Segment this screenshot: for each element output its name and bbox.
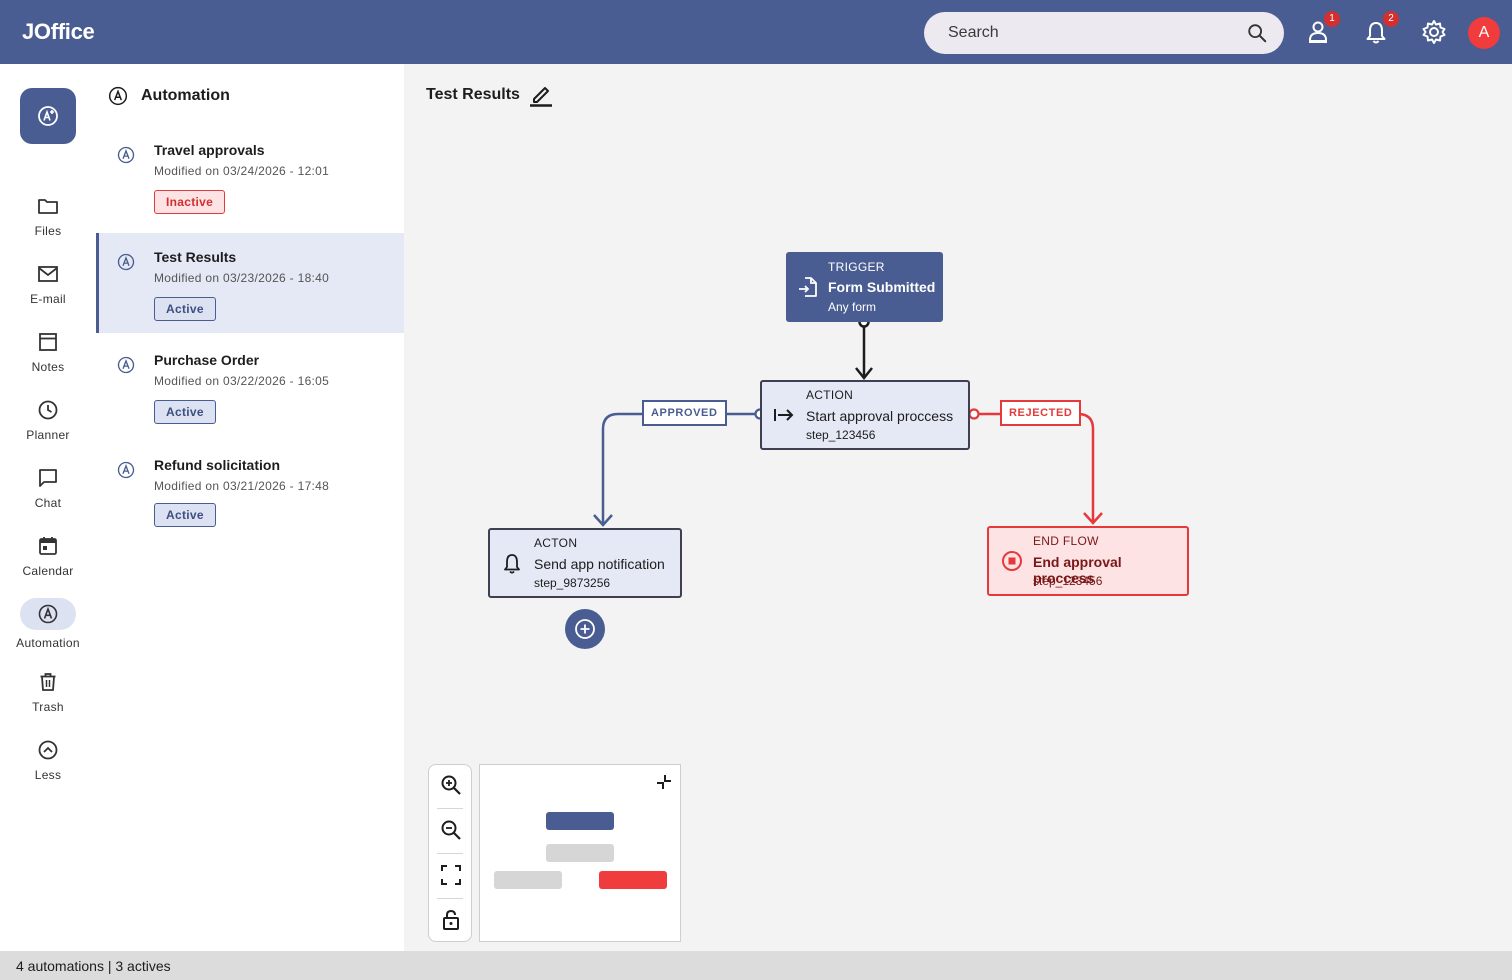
minimap[interactable] <box>479 764 681 942</box>
node-title: Form Submitted <box>828 279 936 295</box>
minimap-notification-node <box>494 871 562 889</box>
status-bar: 4 automations | 3 actives <box>0 951 1512 980</box>
trigger-node[interactable]: TRIGGER Form Submitted Any form <box>786 252 943 322</box>
end-flow-node[interactable]: END FLOW End approval proccess step_1234… <box>987 526 1189 596</box>
node-kind: ACTION <box>806 388 854 402</box>
node-kind: TRIGGER <box>828 260 885 274</box>
plus-circle-icon <box>575 619 595 639</box>
node-title: Start approval proccess <box>806 408 954 424</box>
node-title: Send app notification <box>534 556 665 572</box>
notification-node[interactable]: ACTON Send app notification step_9873256 <box>488 528 682 598</box>
node-kind: ACTON <box>534 536 578 550</box>
zoom-controls <box>428 764 472 942</box>
bell-icon <box>504 554 520 574</box>
rejected-port <box>968 408 980 420</box>
minimap-action-node <box>546 844 614 862</box>
start-process-icon <box>774 409 794 421</box>
node-subtitle: step_123456 <box>1033 574 1103 588</box>
approved-label[interactable]: APPROVED <box>642 400 727 426</box>
rejected-label[interactable]: REJECTED <box>1000 400 1082 426</box>
collapse-icon[interactable] <box>655 773 673 791</box>
status-text: 4 automations | 3 actives <box>16 958 171 974</box>
lock-icon[interactable] <box>439 908 463 932</box>
zoom-out-icon[interactable] <box>439 818 463 842</box>
node-subtitle: step_9873256 <box>534 576 611 590</box>
action-node[interactable]: ACTION Start approval proccess step_1234… <box>760 380 970 450</box>
stop-circle-icon <box>1002 551 1022 571</box>
form-submit-icon <box>799 277 817 297</box>
edge-approved <box>601 412 756 524</box>
divider <box>437 808 463 809</box>
divider <box>437 898 463 899</box>
flow-connectors <box>593 316 1103 527</box>
minimap-end-node <box>599 871 667 889</box>
divider <box>437 853 463 854</box>
zoom-in-icon[interactable] <box>439 773 463 797</box>
edge-rejected <box>978 412 1095 522</box>
node-kind: END FLOW <box>1033 534 1099 548</box>
node-subtitle: Any form <box>828 300 877 314</box>
fit-view-icon[interactable] <box>439 863 463 887</box>
node-subtitle: step_123456 <box>806 428 876 442</box>
minimap-trigger-node <box>546 812 614 830</box>
add-step-button[interactable] <box>565 609 605 649</box>
